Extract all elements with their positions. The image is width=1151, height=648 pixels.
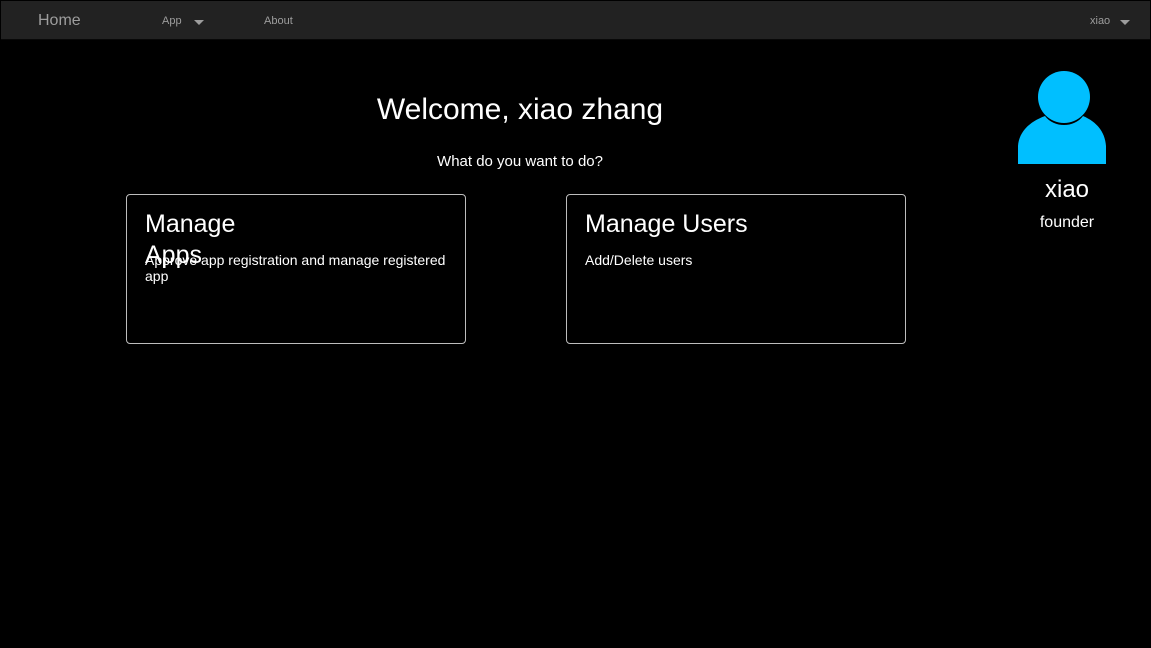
nav-app-label: App: [162, 15, 182, 27]
profile-role: founder: [1039, 214, 1095, 231]
nav-app-dropdown[interactable]: App: [162, 14, 204, 28]
page: Home App About xiao Welcome, xiao zhang …: [0, 0, 1151, 648]
welcome-heading: Welcome, xiao zhang: [376, 93, 664, 126]
nav-home-link[interactable]: Home: [38, 12, 81, 30]
manage-users-card[interactable]: Manage Users Add/Delete users: [566, 194, 906, 344]
caret-down-icon: [1120, 19, 1131, 25]
welcome-prompt: What do you want to do?: [437, 153, 603, 170]
card-description: Approve app registration and manage regi…: [145, 252, 446, 284]
top-navbar: Home App About xiao: [1, 1, 1150, 40]
nav-user-label: xiao: [1090, 15, 1111, 27]
card-title: Manage Users: [585, 210, 748, 238]
user-icon: [1018, 71, 1106, 164]
card-description: Add/Delete users: [585, 252, 693, 268]
manage-apps-card[interactable]: Manage Apps Approve app registration and…: [126, 194, 466, 344]
nav-about-link[interactable]: About: [264, 14, 293, 28]
profile-panel: xiao founder: [1007, 68, 1127, 238]
profile-name: xiao: [1044, 176, 1090, 203]
caret-down-icon: [193, 19, 204, 25]
nav-user-dropdown[interactable]: xiao: [1090, 14, 1131, 28]
